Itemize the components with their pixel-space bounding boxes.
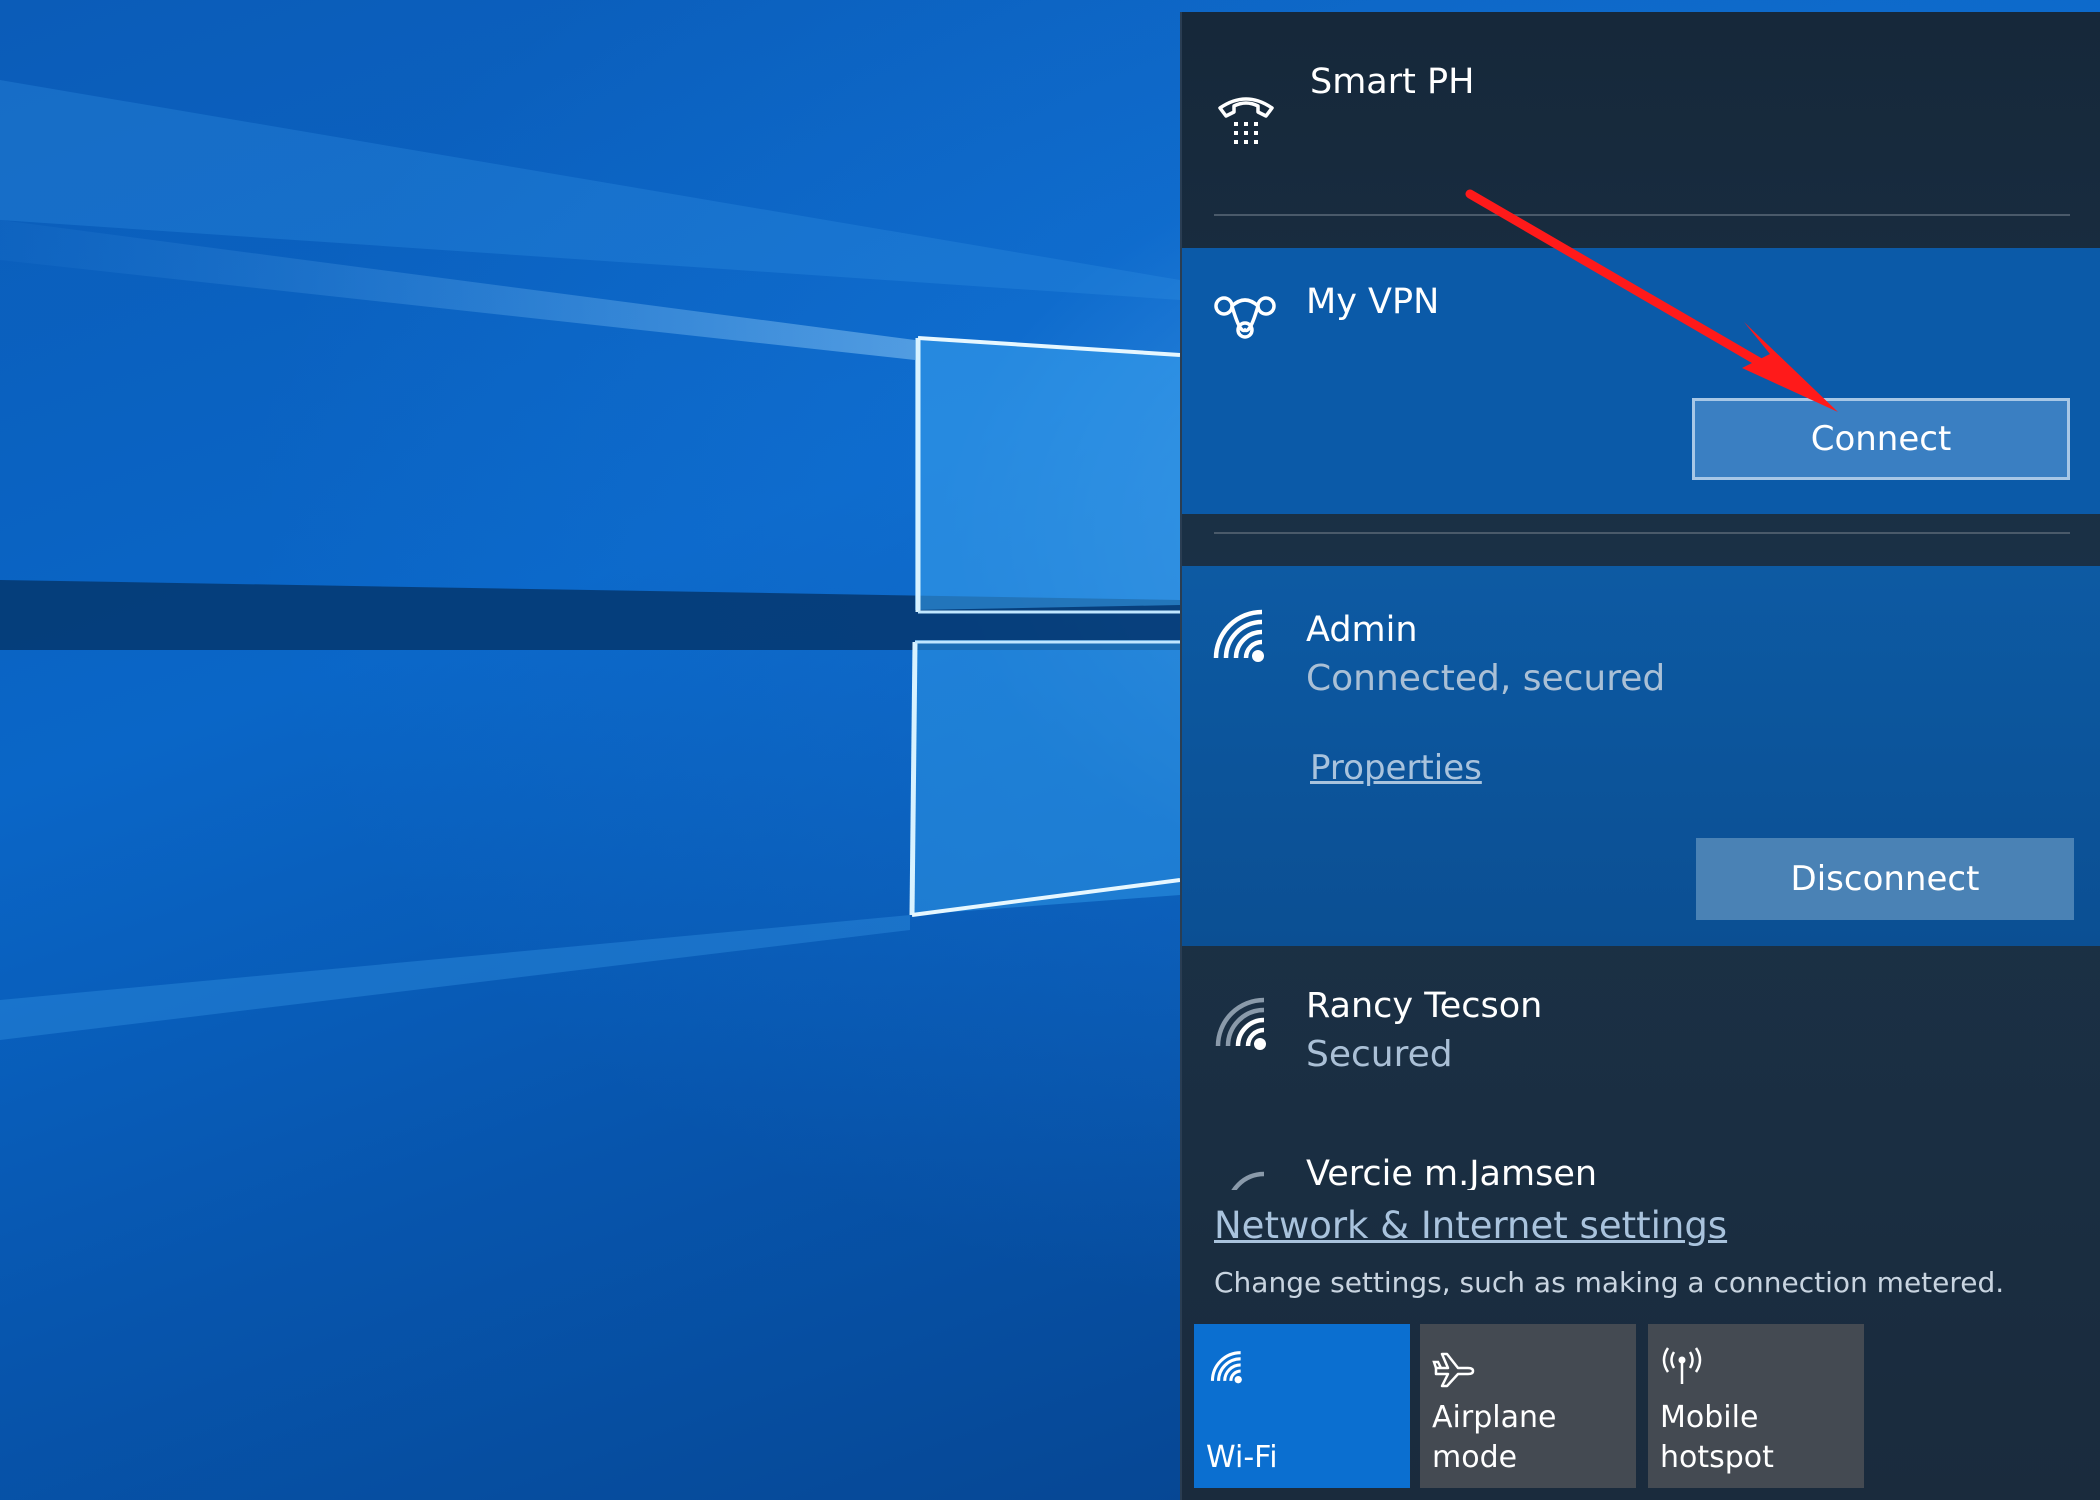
hotspot-icon bbox=[1662, 1347, 1702, 1384]
network-item-admin[interactable]: Admin Connected, secured Properties Disc… bbox=[1182, 566, 2100, 946]
network-item-rancy-tecson[interactable]: Rancy Tecson Secured bbox=[1182, 946, 2100, 1146]
network-name: My VPN bbox=[1306, 282, 1440, 322]
airplane-icon bbox=[1432, 1352, 1475, 1388]
wifi-icon bbox=[1210, 1351, 1242, 1384]
divider bbox=[1214, 532, 2070, 534]
tile-label: Airplane mode bbox=[1432, 1400, 1557, 1475]
network-item-vercie[interactable]: Vercie m.Jamsen bbox=[1182, 1146, 2100, 1190]
dialup-phone-icon bbox=[1218, 97, 1274, 144]
disconnect-button[interactable]: Disconnect bbox=[1696, 838, 2074, 920]
network-internet-settings-link[interactable]: Network & Internet settings bbox=[1214, 1204, 1727, 1247]
network-name: Rancy Tecson bbox=[1306, 986, 1543, 1026]
wifi-full-icon bbox=[1213, 609, 1264, 662]
network-item-my-vpn[interactable]: My VPN Connect bbox=[1182, 248, 2100, 514]
network-status: Secured bbox=[1306, 1034, 1453, 1075]
quick-action-mobile-hotspot[interactable]: Mobile hotspot bbox=[1648, 1324, 1864, 1488]
network-item-smart-ph[interactable]: Smart PH bbox=[1182, 12, 2100, 218]
settings-description: Change settings, such as making a connec… bbox=[1214, 1266, 2005, 1299]
vpn-icon bbox=[1214, 296, 1276, 339]
wifi-icon bbox=[1231, 1171, 1265, 1190]
network-name: Smart PH bbox=[1310, 62, 1475, 102]
quick-action-wifi[interactable]: Wi-Fi bbox=[1194, 1324, 1410, 1488]
network-name: Admin bbox=[1306, 610, 1418, 650]
divider bbox=[1214, 214, 2070, 216]
network-name: Vercie m.Jamsen bbox=[1306, 1154, 1598, 1190]
properties-link[interactable]: Properties bbox=[1310, 748, 1482, 788]
vpn-connect-button[interactable]: Connect bbox=[1692, 398, 2070, 480]
network-flyout: Smart PH My VPN Connect Admin Connected,… bbox=[1180, 12, 2100, 1500]
tile-label: Wi-Fi bbox=[1206, 1440, 1278, 1475]
network-status: Connected, secured bbox=[1306, 658, 1666, 699]
quick-action-airplane-mode[interactable]: Airplane mode bbox=[1420, 1324, 1636, 1488]
wifi-icon bbox=[1215, 997, 1266, 1050]
tile-label: Mobile hotspot bbox=[1660, 1400, 1774, 1475]
